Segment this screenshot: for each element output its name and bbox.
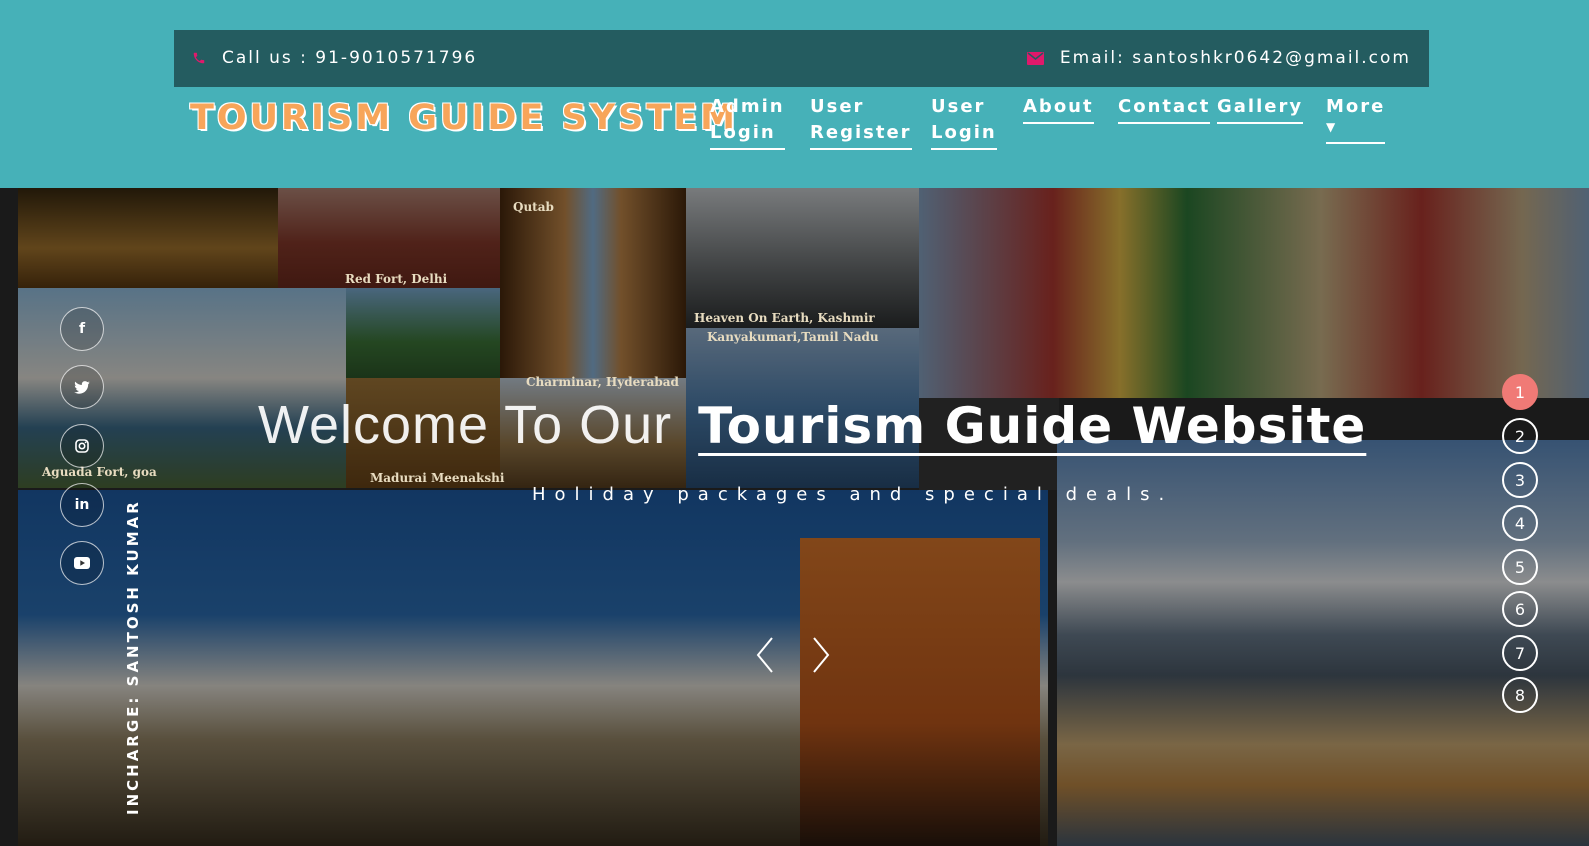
nav-label: About: [1023, 96, 1094, 117]
slide-dot[interactable]: 4: [1502, 505, 1538, 541]
photo-caption: Qutab: [513, 200, 554, 214]
chevron-right-icon[interactable]: [812, 636, 830, 674]
email-text: Email: santoshkr0642@gmail.com: [1059, 48, 1411, 68]
photo-caption: Red Fort, Delhi: [345, 272, 448, 286]
instagram-icon[interactable]: [60, 424, 104, 468]
hero-slider: Red Fort, Delhi Qutab Heaven On Earth, K…: [0, 188, 1589, 846]
nav-more-dropdown[interactable]: More ▼: [1326, 94, 1386, 144]
nav-label: Login: [931, 122, 997, 143]
hero-heading-intro: Welcome To Our: [258, 395, 673, 455]
hero-heading: Welcome To Our Tourism Guide Website: [258, 393, 1366, 456]
phone-icon: [193, 52, 205, 64]
nav-user-register[interactable]: User Register: [810, 94, 912, 150]
photo-caption: Charminar, Hyderabad: [526, 375, 679, 389]
call-info: Call us : 91-9010571796: [192, 48, 477, 68]
email-info[interactable]: Email: santoshkr0642@gmail.com: [1026, 48, 1411, 68]
envelope-icon: [1026, 51, 1044, 65]
slide-dot[interactable]: 2: [1502, 418, 1538, 454]
nav-gallery[interactable]: Gallery: [1217, 94, 1304, 124]
slide-dot[interactable]: 8: [1502, 677, 1538, 713]
slide-dot[interactable]: 6: [1502, 591, 1538, 627]
contact-bar: Call us : 91-9010571796 Email: santoshkr…: [174, 30, 1429, 87]
nav-label: User: [931, 96, 986, 117]
nav-label: Login: [710, 122, 776, 143]
linkedin-icon[interactable]: in: [60, 483, 104, 527]
slide-dot[interactable]: 7: [1502, 635, 1538, 671]
photo-caption: Heaven On Earth, Kashmir: [694, 311, 875, 325]
chevron-left-icon[interactable]: [756, 636, 774, 674]
nav-label: Admin: [710, 96, 785, 117]
hero-dark-overlay: [0, 188, 1589, 846]
hero-tagline: Holiday packages and special deals.: [532, 484, 1174, 505]
slide-dot[interactable]: 5: [1502, 549, 1538, 585]
nav-label: Gallery: [1217, 96, 1304, 117]
nav-label: More: [1326, 96, 1386, 117]
photo-caption: Kanyakumari,Tamil Nadu: [707, 330, 879, 344]
nav-admin-login[interactable]: Admin Login: [710, 94, 785, 150]
nav-label: Contact: [1118, 96, 1211, 117]
nav-user-login[interactable]: User Login: [931, 94, 997, 150]
incharge-label: INCHARGE: SANTOSH KUMAR: [124, 499, 142, 815]
slide-dot[interactable]: 1: [1502, 374, 1538, 410]
hero-heading-highlight[interactable]: Tourism Guide Website: [698, 397, 1366, 455]
nav-label: User: [810, 96, 865, 117]
photo-caption: Madurai Meenakshi: [370, 471, 505, 485]
site-logo[interactable]: TOURISM GUIDE SYSTEM: [190, 98, 738, 138]
call-text: Call us : 91-9010571796: [222, 48, 478, 68]
nav-label: Register: [810, 122, 912, 143]
photo-caption: Aguada Fort, goa: [42, 465, 157, 479]
slide-dot[interactable]: 3: [1502, 462, 1538, 498]
twitter-icon[interactable]: [60, 365, 104, 409]
caret-down-icon: ▼: [1326, 120, 1338, 134]
facebook-icon[interactable]: f: [60, 307, 104, 351]
youtube-icon[interactable]: [60, 541, 104, 585]
nav-about[interactable]: About: [1023, 94, 1094, 124]
nav-contact[interactable]: Contact: [1118, 94, 1211, 124]
